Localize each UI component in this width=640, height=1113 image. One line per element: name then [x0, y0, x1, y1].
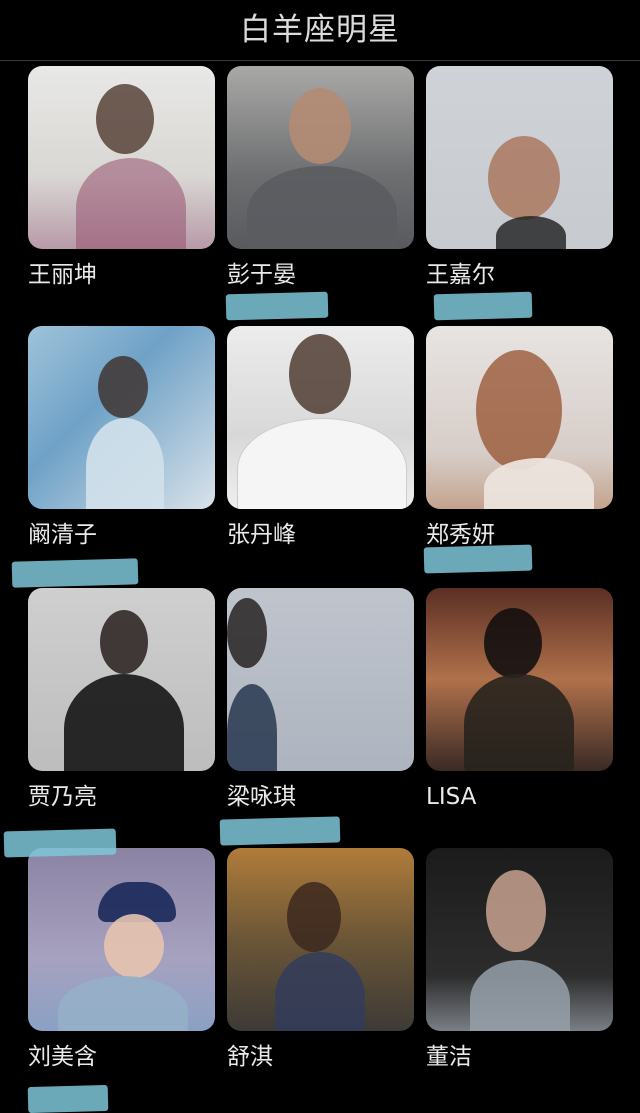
highlight-mark — [11, 558, 139, 588]
celebrity-card[interactable]: 贾乃亮 — [28, 588, 215, 811]
celebrity-card[interactable]: 张丹峰 — [227, 326, 414, 549]
celebrity-photo — [227, 326, 414, 509]
celebrity-name: LISA — [426, 784, 477, 810]
celebrity-photo — [426, 588, 613, 771]
highlight-mark — [433, 291, 533, 321]
celebrity-photo — [227, 588, 414, 771]
highlight-mark — [27, 1084, 109, 1113]
celebrity-photo — [28, 588, 215, 771]
celebrity-card[interactable]: 舒淇 — [227, 848, 414, 1071]
celebrity-name: 阚清子 — [28, 522, 97, 548]
celebrity-name: 彭于晏 — [227, 262, 296, 288]
celebrity-name: 张丹峰 — [227, 522, 296, 548]
highlight-mark — [3, 828, 117, 858]
page-title: 白羊座明星 — [240, 12, 400, 48]
highlight-mark — [225, 291, 329, 321]
celebrity-name: 梁咏琪 — [227, 784, 296, 810]
highlight-mark — [219, 816, 341, 846]
celebrity-card[interactable]: 王丽坤 — [28, 66, 215, 289]
highlight-mark — [423, 544, 533, 574]
celebrity-card[interactable]: 刘美含 — [28, 848, 215, 1071]
celebrity-name: 贾乃亮 — [28, 784, 97, 810]
celebrity-name: 董洁 — [426, 1044, 472, 1070]
celebrity-card[interactable]: 彭于晏 — [227, 66, 414, 289]
celebrity-card[interactable]: 梁咏琪 — [227, 588, 414, 811]
celebrity-card[interactable]: 王嘉尔 — [426, 66, 613, 289]
celebrity-photo — [28, 326, 215, 509]
celebrity-name: 刘美含 — [28, 1044, 97, 1070]
celebrity-name: 王丽坤 — [28, 262, 97, 288]
celebrity-name: 王嘉尔 — [426, 262, 495, 288]
celebrity-photo — [426, 326, 613, 509]
celebrity-card[interactable]: 董洁 — [426, 848, 613, 1071]
celebrity-card[interactable]: LISA — [426, 588, 613, 811]
celebrity-photo — [426, 66, 613, 249]
celebrity-photo — [426, 848, 613, 1031]
celebrity-card[interactable]: 郑秀妍 — [426, 326, 613, 549]
celebrity-photo — [28, 66, 215, 249]
celebrity-photo — [227, 848, 414, 1031]
celebrity-card[interactable]: 阚清子 — [28, 326, 215, 549]
header-divider — [0, 60, 640, 61]
celebrity-photo — [227, 66, 414, 249]
celebrity-photo — [28, 848, 215, 1031]
celebrity-name: 舒淇 — [227, 1044, 273, 1070]
page-header: 白羊座明星 — [0, 0, 640, 60]
